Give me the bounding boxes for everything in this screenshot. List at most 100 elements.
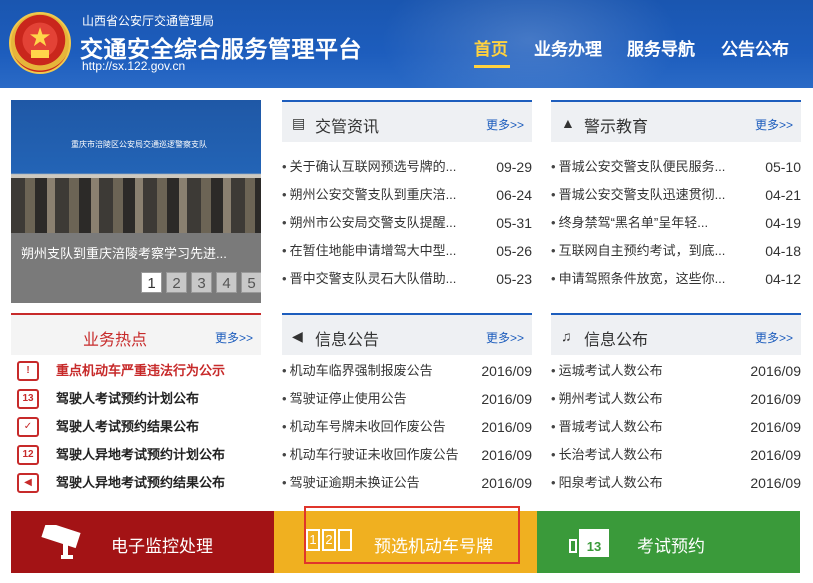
exam-booking-label: 考试预约	[637, 537, 705, 556]
item-title[interactable]: 运城考试人数公布	[551, 357, 741, 385]
item-title[interactable]: 驾驶证停止使用公告	[282, 385, 472, 413]
item-date: 04-19	[765, 215, 801, 231]
item-title[interactable]: 终身禁驾“黑名单”呈年轻...	[551, 209, 741, 237]
slider-page-2[interactable]: 2	[166, 272, 187, 293]
list-item[interactable]: 朔州市公安局交警支队提醒... 05-31	[282, 209, 532, 237]
list-item[interactable]: 晋城公安交警支队便民服务... 05-10	[551, 153, 801, 181]
slider-photo[interactable]: 重庆市涪陵区公安局交通巡逻警察支队	[11, 100, 261, 233]
calendar-lock	[569, 539, 577, 553]
item-title[interactable]: 长治考试人数公布	[551, 441, 741, 469]
more-link[interactable]: 更多>>	[755, 329, 793, 346]
item-date: 04-12	[765, 271, 801, 287]
panel-title: 交管资讯	[315, 119, 380, 136]
slider-pager: 1 2 3 4 5	[141, 272, 261, 293]
list-item[interactable]: 终身禁驾“黑名单”呈年轻... 04-19	[551, 209, 801, 237]
slider-page-3[interactable]: 3	[191, 272, 212, 293]
list-item[interactable]: 朔州考试人数公布 2016/09	[551, 385, 801, 413]
slider-page-1[interactable]: 1	[141, 272, 162, 293]
list-item[interactable]: 申请驾照条件放宽，这些你... 04-12	[551, 265, 801, 293]
item-title[interactable]: 申请驾照条件放宽，这些你...	[551, 265, 741, 293]
monitor-processing-button[interactable]: 电子监控处理	[11, 511, 274, 573]
hot-item-label[interactable]: 重点机动车严重违法行为公示	[56, 357, 225, 385]
item-title[interactable]: 朔州考试人数公布	[551, 385, 741, 413]
hot-item-label[interactable]: 驾驶人异地考试预约计划公布	[56, 441, 225, 469]
warning-icon: ▲	[561, 115, 575, 131]
megaphone-icon: ◀	[17, 473, 39, 493]
item-title[interactable]: 机动车号牌未收回作废公告	[282, 413, 472, 441]
item-date: 04-18	[765, 243, 801, 259]
slider-page-4[interactable]: 4	[216, 272, 237, 293]
warning-car-icon: !	[17, 361, 39, 381]
item-date: 2016/09	[750, 475, 801, 491]
item-date: 2016/09	[750, 419, 801, 435]
item-title[interactable]: 晋城考试人数公布	[551, 413, 741, 441]
monitor-processing-label: 电子监控处理	[111, 537, 213, 556]
item-title[interactable]: 晋城公安交警支队迅速贯彻...	[551, 181, 741, 209]
photo-banner-text: 重庆市涪陵区公安局交通巡逻警察支队	[71, 140, 207, 149]
hot-item[interactable]: ! 重点机动车严重违法行为公示	[11, 357, 261, 385]
list-item[interactable]: 关于确认互联网预选号牌的... 09-29	[282, 153, 532, 181]
exam-booking-button[interactable]: 13 考试预约	[537, 511, 800, 573]
list-item[interactable]: 机动车行驶证未收回作废公告 2016/09	[282, 441, 532, 469]
hot-item-label[interactable]: 驾驶人异地考试预约结果公布	[56, 469, 225, 497]
item-title[interactable]: 晋城公安交警支队便民服务...	[551, 153, 741, 181]
nav-service-guide[interactable]: 服务导航	[627, 35, 695, 60]
newspaper-icon: ▤	[292, 115, 306, 131]
list-item[interactable]: 驾驶证逾期未换证公告 2016/09	[282, 469, 532, 497]
item-title[interactable]: 机动车行驶证未收回作废公告	[282, 441, 472, 469]
panel-header: ♫ 信息公布 更多>>	[551, 313, 801, 355]
item-date: 2016/09	[481, 363, 532, 379]
item-date: 05-31	[496, 215, 532, 231]
panel-title: 业务热点	[83, 332, 148, 349]
hot-item[interactable]: ✓ 驾驶人考试预约结果公布	[11, 413, 261, 441]
list-item[interactable]: 机动车号牌未收回作废公告 2016/09	[282, 413, 532, 441]
highlight-box	[304, 506, 520, 564]
more-link[interactable]: 更多>>	[486, 329, 524, 346]
hot-item[interactable]: 12 驾驶人异地考试预约计划公布	[11, 441, 261, 469]
list-item[interactable]: 晋城考试人数公布 2016/09	[551, 413, 801, 441]
list-item[interactable]: 运城考试人数公布 2016/09	[551, 357, 801, 385]
hot-item-label[interactable]: 驾驶人考试预约计划公布	[56, 385, 199, 413]
nav-announcements[interactable]: 公告公布	[721, 35, 789, 60]
calendar-day: 13	[586, 539, 602, 554]
item-title[interactable]: 关于确认互联网预选号牌的...	[282, 153, 472, 181]
item-title[interactable]: 机动车临界强制报废公告	[282, 357, 472, 385]
panel-header: 业务热点 更多>>	[11, 313, 261, 355]
more-link[interactable]: 更多>>	[486, 116, 524, 133]
nav-business[interactable]: 业务办理	[534, 35, 602, 60]
item-title[interactable]: 互联网自主预约考试，到底...	[551, 237, 741, 265]
panel-info-publish: ♫ 信息公布 更多>> 运城考试人数公布 2016/09 朔州考试人数公布 2016…	[551, 313, 801, 503]
list-item[interactable]: 机动车临界强制报废公告 2016/09	[282, 357, 532, 385]
item-title[interactable]: 朔州市公安局交警支队提醒...	[282, 209, 472, 237]
list-item[interactable]: 阳泉考试人数公布 2016/09	[551, 469, 801, 497]
panel-header: ▲ 警示教育 更多>>	[551, 100, 801, 142]
hot-item[interactable]: ◀ 驾驶人异地考试预约结果公布	[11, 469, 261, 497]
item-title[interactable]: 朔州公安交警支队到重庆涪...	[282, 181, 472, 209]
nav-home[interactable]: 首页	[474, 35, 508, 60]
item-date: 2016/09	[750, 363, 801, 379]
list-item[interactable]: 互联网自主预约考试，到底... 04-18	[551, 237, 801, 265]
slider-page-5[interactable]: 5	[241, 272, 261, 293]
list-item[interactable]: 在暂住地能申请增驾大中型... 05-26	[282, 237, 532, 265]
item-title[interactable]: 阳泉考试人数公布	[551, 469, 741, 497]
more-link[interactable]: 更多>>	[215, 329, 253, 346]
item-date: 05-10	[765, 159, 801, 175]
item-date: 2016/09	[481, 447, 532, 463]
list-item[interactable]: 驾驶证停止使用公告 2016/09	[282, 385, 532, 413]
item-title[interactable]: 晋中交警支队灵石大队借助...	[282, 265, 472, 293]
more-link[interactable]: 更多>>	[755, 116, 793, 133]
item-title[interactable]: 驾驶证逾期未换证公告	[282, 469, 472, 497]
item-title[interactable]: 在暂住地能申请增驾大中型...	[282, 237, 472, 265]
list-item[interactable]: 晋城公安交警支队迅速贯彻... 04-21	[551, 181, 801, 209]
calendar-check-icon: ✓	[17, 417, 39, 437]
item-date: 04-21	[765, 187, 801, 203]
slider-caption[interactable]: 朔州支队到重庆涪陵考察学习先进...	[21, 243, 255, 262]
hot-item-label[interactable]: 驾驶人考试预约结果公布	[56, 413, 199, 441]
list-item[interactable]: 晋中交警支队灵石大队借助... 05-23	[282, 265, 532, 293]
news-slider[interactable]: 重庆市涪陵区公安局交通巡逻警察支队 朔州支队到重庆涪陵考察学习先进... 1 2…	[11, 100, 261, 303]
list-item[interactable]: 朔州公安交警支队到重庆涪... 06-24	[282, 181, 532, 209]
panel-traffic-news: ▤ 交管资讯 更多>> 关于确认互联网预选号牌的... 09-29 朔州公安交警支…	[282, 100, 532, 290]
hot-item[interactable]: 13 驾驶人考试预约计划公布	[11, 385, 261, 413]
list-item[interactable]: 长治考试人数公布 2016/09	[551, 441, 801, 469]
item-date: 05-26	[496, 243, 532, 259]
